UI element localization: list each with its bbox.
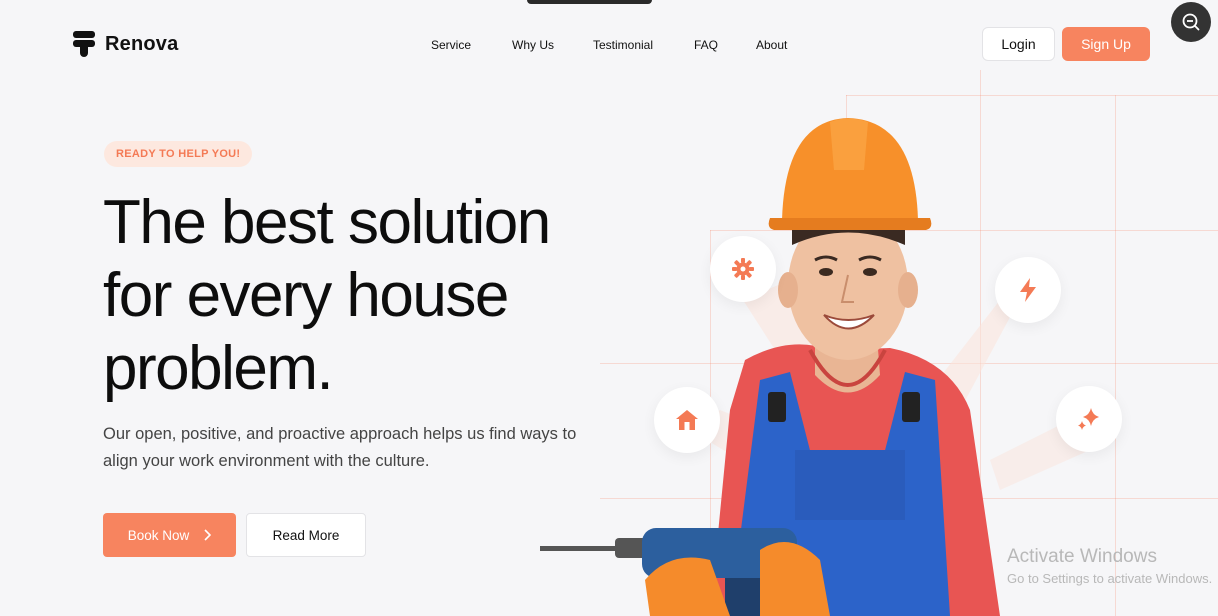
headline-line-1: The best solution (103, 188, 551, 257)
headline-line-2: for every house (103, 261, 509, 330)
nav-item-about[interactable]: About (756, 38, 787, 52)
headline-line-3: problem. (103, 334, 334, 403)
ready-badge: READY TO HELP YOU! (104, 141, 253, 167)
feature-sparkle (1056, 386, 1122, 452)
home-icon (676, 410, 698, 430)
feature-home (654, 387, 720, 453)
login-button[interactable]: Login (982, 27, 1055, 61)
feature-lightning (995, 257, 1061, 323)
zoom-out-icon (1182, 13, 1200, 31)
brand-name: Renova (105, 32, 179, 55)
book-now-button[interactable]: Book Now (103, 513, 236, 557)
top-window-strip (527, 0, 652, 4)
brand-logo[interactable]: Renova (73, 31, 178, 57)
nav-item-service[interactable]: Service (431, 38, 471, 52)
gear-icon (732, 258, 754, 280)
sparkle-icon (1078, 408, 1099, 430)
logo-mark-icon (73, 31, 95, 57)
grid-line (846, 95, 1218, 96)
chevron-right-icon (204, 529, 212, 541)
lightning-icon (1020, 278, 1036, 302)
feature-gear (710, 236, 776, 302)
activate-windows-subtitle: Go to Settings to activate Windows. (1007, 571, 1213, 586)
nav-item-faq[interactable]: FAQ (694, 38, 718, 52)
zoom-out-button[interactable] (1171, 2, 1211, 42)
nav-item-why-us[interactable]: Why Us (512, 38, 554, 52)
book-now-label: Book Now (127, 527, 190, 543)
signup-button[interactable]: Sign Up (1062, 27, 1150, 61)
read-more-button[interactable]: Read More (246, 513, 366, 557)
activate-windows-title: Activate Windows (1007, 546, 1157, 567)
worker-illustration (540, 118, 1000, 616)
hero-subtext: Our open, positive, and proactive approa… (103, 425, 577, 470)
nav-item-testimonial[interactable]: Testimonial (593, 38, 653, 52)
